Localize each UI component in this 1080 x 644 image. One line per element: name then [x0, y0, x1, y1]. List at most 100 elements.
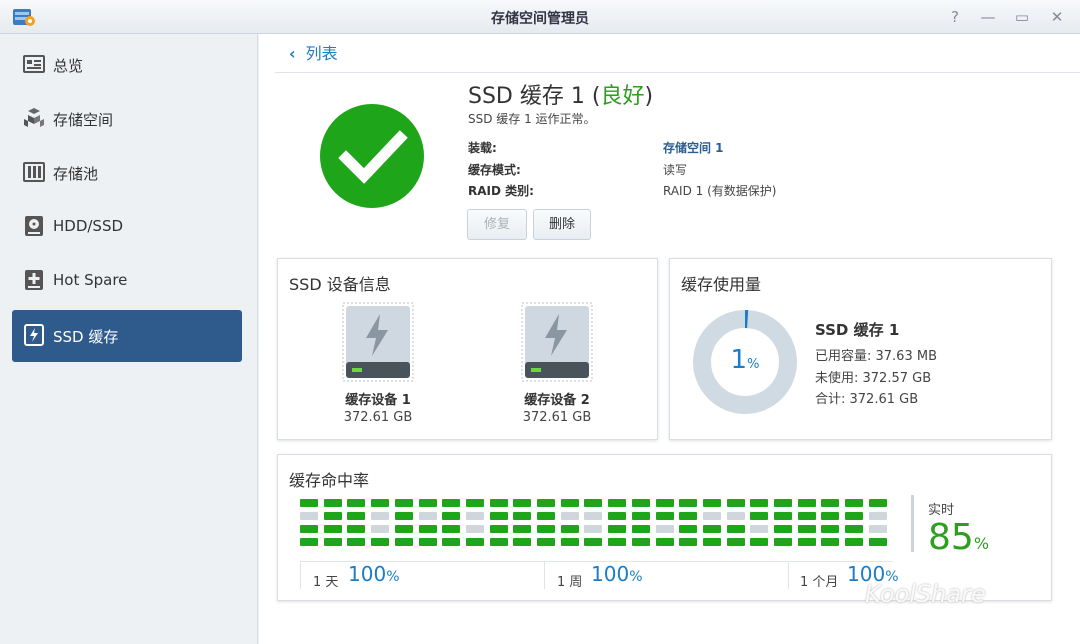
period-label-day: 1 天 [313, 575, 339, 590]
miss-cell [300, 512, 318, 520]
chevron-left-icon: ‹ [289, 44, 296, 63]
hit-cell [750, 499, 769, 507]
hit-cell [371, 538, 390, 546]
hit-cell [631, 538, 650, 546]
hit-cell [655, 512, 674, 520]
miss-cell [868, 525, 887, 533]
volume-icon [24, 108, 44, 127]
hot-spare-icon [25, 270, 43, 290]
device-name: 缓存设备 1 [345, 393, 411, 408]
hit-cell [821, 512, 840, 520]
hit-cell [465, 538, 484, 546]
hit-cell [513, 538, 532, 546]
hit-cell [608, 538, 627, 546]
window-title: 存储空间管理员 [491, 11, 589, 27]
mount-value-link[interactable]: 存储空间 1 [663, 139, 724, 156]
hit-cell [584, 499, 603, 507]
hit-cell [442, 499, 461, 507]
mount-label: 装载: [468, 141, 497, 155]
hit-cell [631, 512, 650, 520]
hit-cell [750, 512, 769, 520]
period-value: 100 [591, 562, 630, 586]
realtime-label: 实时 [928, 503, 955, 518]
hit-cell [821, 538, 840, 546]
miss-cell [560, 512, 579, 520]
ssd-device-panel: SSD 设备信息 缓存设备 1 372.61 GB 缓存设备 2 372.61 … [277, 258, 658, 440]
hit-cell [537, 499, 555, 507]
usage-percent-unit: % [747, 357, 760, 372]
realtime-hit-rate: 85% [928, 517, 989, 558]
hit-cell [702, 499, 721, 507]
hit-cell [394, 499, 413, 507]
cache-title-suffix: ) [644, 84, 654, 109]
hit-cell [394, 525, 413, 533]
miss-cell [655, 525, 674, 533]
hit-cell [584, 538, 603, 546]
period-label-week: 1 周 [557, 575, 583, 590]
hit-cell [347, 538, 366, 546]
sidebar-item-volume[interactable]: 存储空间 [12, 93, 242, 145]
hit-cell [323, 512, 342, 520]
hit-cell [513, 499, 532, 507]
hit-cell [868, 538, 887, 546]
sidebar-item-overview[interactable]: 总览 [12, 39, 242, 91]
help-button[interactable]: ? [944, 6, 966, 28]
close-button[interactable]: ✕ [1046, 6, 1068, 28]
hit-cell [347, 525, 366, 533]
back-to-list-link[interactable]: ‹ 列表 [289, 40, 338, 64]
divider [275, 72, 1080, 73]
hit-cell [774, 512, 792, 520]
sidebar-item-hdd-ssd[interactable]: HDD/SSD [12, 201, 242, 253]
ssd-drive-icon [342, 302, 414, 382]
hit-cell [845, 538, 864, 546]
device-name: 缓存设备 2 [524, 393, 590, 408]
period-unit: % [386, 569, 400, 585]
sidebar-item-ssd-cache[interactable]: SSD 缓存 [12, 310, 242, 362]
sidebar-item-label: Hot Spare [53, 271, 128, 289]
hit-cell [608, 525, 627, 533]
hit-cell [655, 538, 674, 546]
miss-cell [726, 512, 745, 520]
miss-cell [868, 512, 887, 520]
delete-button[interactable]: 删除 [533, 209, 591, 240]
health-status: 良好 [600, 84, 645, 109]
hit-cell [371, 499, 390, 507]
miss-cell [371, 512, 390, 520]
title-bar: 存储空间管理员 ? — ▭ ✕ [0, 0, 1080, 34]
usage-used: 已用容量: 37.63 MB [815, 349, 937, 364]
hit-cell [537, 525, 555, 533]
sidebar-item-label: 总览 [53, 57, 84, 75]
repair-button[interactable]: 修复 [467, 209, 527, 240]
hit-cell [560, 538, 579, 546]
period-value-week: 100% [591, 562, 643, 586]
period-unit: % [629, 569, 643, 585]
hit-cell [347, 499, 366, 507]
hit-cell [418, 538, 437, 546]
hit-cell [797, 525, 816, 533]
hit-cell [774, 499, 792, 507]
maximize-button[interactable]: ▭ [1011, 6, 1033, 28]
hit-cell [750, 538, 769, 546]
sidebar: 总览 存储空间 存储池 HDD/SSD Hot Spare SSD 缓存 [0, 34, 258, 644]
usage-percent-value: 1 [730, 345, 748, 375]
usage-unused: 未使用: 372.57 GB [815, 371, 932, 386]
hit-cell [513, 525, 532, 533]
hit-cell [679, 538, 698, 546]
cache-mode-value: 读写 [663, 163, 688, 177]
hit-cell [418, 525, 437, 533]
hit-cell [631, 525, 650, 533]
hit-cell [418, 499, 437, 507]
hit-cell [300, 499, 318, 507]
miss-cell [584, 525, 603, 533]
hit-cell [821, 499, 840, 507]
period-tick [544, 561, 545, 589]
hit-cell [608, 499, 627, 507]
sidebar-item-storage-pool[interactable]: 存储池 [12, 147, 242, 199]
minimize-button[interactable]: — [977, 6, 999, 28]
hit-cell [679, 512, 698, 520]
hit-cell [726, 538, 745, 546]
sidebar-item-hot-spare[interactable]: Hot Spare [12, 255, 242, 307]
hit-cell [442, 512, 461, 520]
hit-cell [323, 499, 342, 507]
miss-cell [702, 512, 721, 520]
